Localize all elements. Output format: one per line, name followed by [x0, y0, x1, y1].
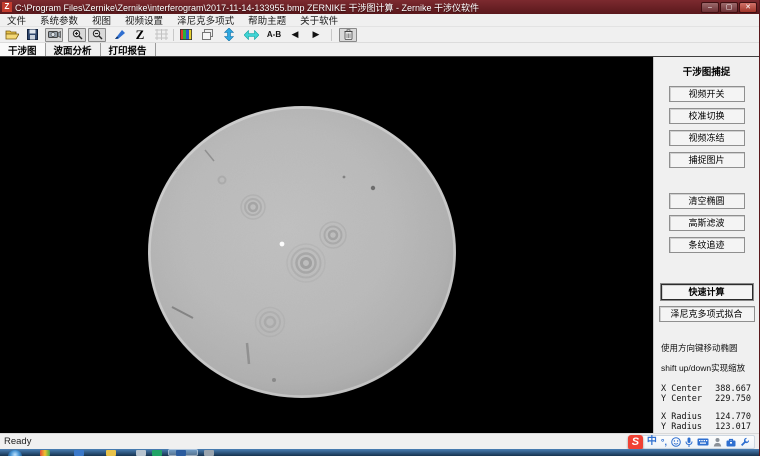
horizontal-arrows-icon[interactable]	[243, 28, 259, 42]
menu-video-settings[interactable]: 视频设置	[118, 13, 170, 27]
menu-about[interactable]: 关于软件	[293, 13, 345, 27]
capture-image-button[interactable]: 捕捉图片	[669, 152, 745, 168]
tab-print-report[interactable]: 打印报告	[101, 43, 156, 56]
tab-bar: 干涉图 波面分析 打印报告	[0, 43, 759, 57]
menu-help[interactable]: 帮助主题	[241, 13, 293, 27]
fringe-trace-button[interactable]: 条纹追迹	[669, 237, 745, 253]
menu-view[interactable]: 视图	[85, 13, 118, 27]
status-bar: Ready (X:788, Y:238, R:0 G S 中 °,	[0, 433, 759, 449]
window-title: C:\Program Files\Zernike\Zernike\interfe…	[15, 1, 697, 14]
menu-system-params[interactable]: 系统参数	[33, 13, 85, 27]
zernike-z-icon[interactable]: Z	[132, 28, 148, 42]
readout-y-radius: Y Radius 123.017	[661, 422, 751, 432]
grid-icon[interactable]	[153, 28, 169, 42]
readout-label: Y Center	[661, 394, 702, 404]
menu-file[interactable]: 文件	[0, 13, 33, 27]
hint-move-ellipse: 使用方向键移动椭圆	[654, 342, 738, 354]
title-bar: Z C:\Program Files\Zernike\Zernike\inter…	[0, 0, 759, 14]
ime-toolbar: S 中 °,	[633, 435, 755, 449]
status-text: Ready	[0, 436, 662, 447]
taskbar-app-icon[interactable]	[106, 450, 116, 456]
ime-microphone-icon[interactable]	[685, 437, 693, 448]
ab-compare-button[interactable]: A-B	[266, 28, 282, 42]
start-orb-icon[interactable]	[8, 450, 22, 456]
cascade-windows-icon[interactable]	[199, 28, 215, 42]
ime-toolbox-icon[interactable]	[726, 438, 736, 447]
save-icon[interactable]	[24, 28, 40, 42]
ime-keyboard-icon[interactable]	[697, 438, 709, 446]
windows-taskbar[interactable]	[0, 449, 759, 456]
video-freeze-button[interactable]: 视频冻结	[669, 130, 745, 146]
ime-language-toggle-icon[interactable]: 中	[647, 436, 657, 448]
ime-punctuation-icon[interactable]: °,	[661, 437, 667, 447]
delete-icon[interactable]	[339, 28, 357, 42]
ime-wrench-icon[interactable]	[740, 437, 750, 447]
prev-icon[interactable]: ◀	[287, 28, 303, 42]
next-icon[interactable]: ▶	[308, 28, 324, 42]
camera-icon[interactable]	[45, 28, 63, 42]
minimize-button[interactable]: –	[701, 2, 719, 13]
open-file-icon[interactable]	[4, 28, 20, 42]
control-panel: 干涉图捕捉 视频开关 校准切换 视频冻结 捕捉图片 清空椭圆 高斯滤波 条纹追迹…	[653, 57, 759, 433]
vertical-arrows-icon[interactable]	[221, 28, 237, 42]
readout-x-center: X Center 388.667	[661, 384, 751, 394]
taskbar-app-icon[interactable]	[74, 450, 84, 456]
taskbar-app-icon[interactable]	[176, 450, 186, 456]
ellipse-readouts: X Center 388.667 Y Center 229.750 X Radi…	[654, 384, 759, 432]
toolbar: Z A-B ◀ ▶	[0, 27, 759, 43]
menu-bar: 文件 系统参数 视图 视频设置 泽尼克多项式 帮助主题 关于软件	[0, 14, 759, 27]
zoom-out-icon[interactable]	[88, 28, 106, 42]
zernike-fit-button[interactable]: 泽尼克多项式拟合	[659, 306, 755, 322]
readout-label: X Center	[661, 384, 702, 394]
maximize-button[interactable]: ▢	[720, 2, 738, 13]
application-window: Z C:\Program Files\Zernike\Zernike\inter…	[0, 0, 760, 456]
readout-value: 388.667	[715, 384, 751, 394]
video-switch-button[interactable]: 视频开关	[669, 86, 745, 102]
taskbar-app-icon[interactable]	[136, 450, 146, 456]
ime-emoji-icon[interactable]	[671, 437, 681, 447]
clear-ellipse-button[interactable]: 清空椭圆	[669, 193, 745, 209]
hint-zoom: shift up/down实现缩放	[654, 362, 745, 374]
quick-calculate-button[interactable]: 快速计算	[661, 284, 753, 300]
readout-y-center: Y Center 229.750	[661, 394, 751, 404]
sogou-logo-icon[interactable]: S	[628, 435, 643, 450]
tab-wavefront-analysis[interactable]: 波面分析	[46, 43, 101, 56]
calibration-toggle-button[interactable]: 校准切换	[669, 108, 745, 124]
panel-title: 干涉图捕捉	[683, 64, 731, 78]
interferogram-canvas[interactable]	[0, 57, 653, 433]
close-button[interactable]: ✕	[739, 2, 757, 13]
readout-label: Y Radius	[661, 422, 702, 432]
menu-zernike-polynomial[interactable]: 泽尼克多项式	[170, 13, 241, 27]
readout-x-radius: X Radius 124.770	[661, 412, 751, 422]
taskbar-app-icon[interactable]	[40, 450, 50, 456]
zoom-in-icon[interactable]	[68, 28, 86, 42]
app-icon: Z	[2, 2, 12, 12]
gaussian-filter-button[interactable]: 高斯滤波	[669, 215, 745, 231]
taskbar-app-icon[interactable]	[152, 450, 162, 456]
color-bars-icon[interactable]	[178, 28, 194, 42]
readout-value: 123.017	[715, 422, 751, 432]
readout-label: X Radius	[661, 412, 702, 422]
tab-interferogram[interactable]: 干涉图	[0, 43, 46, 56]
pen-icon[interactable]	[112, 28, 128, 42]
readout-value: 124.770	[715, 412, 751, 422]
taskbar-app-icon[interactable]	[204, 450, 214, 456]
ime-user-icon[interactable]	[713, 437, 722, 447]
readout-value: 229.750	[715, 394, 751, 404]
